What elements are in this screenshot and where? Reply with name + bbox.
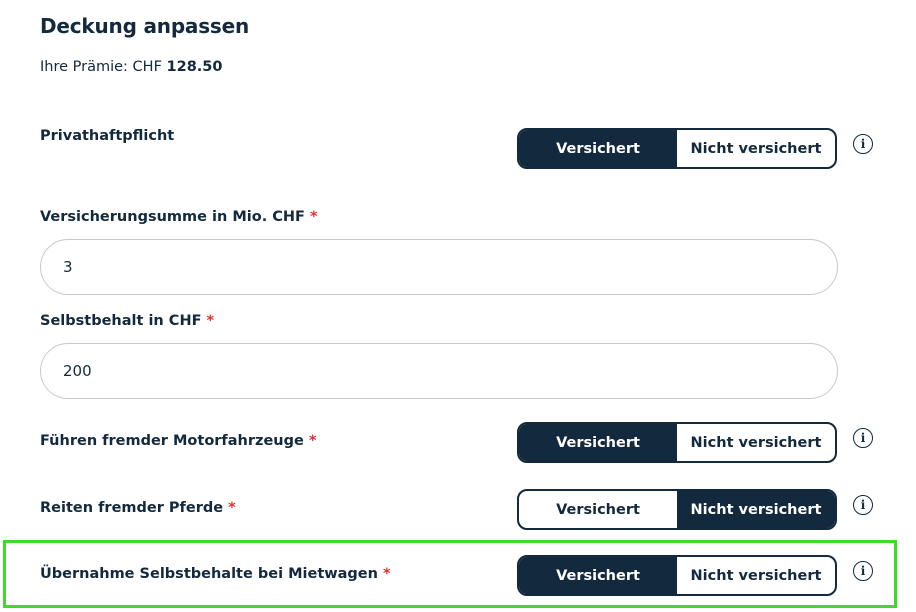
required-marker: *	[383, 566, 391, 582]
privathaftpflicht-option-versichert[interactable]: Versichert	[519, 130, 677, 167]
premium-label: Ihre Prämie: CHF	[40, 59, 162, 75]
versicherungssumme-input[interactable]	[40, 239, 838, 295]
motorfahrzeuge-label: Führen fremder Motorfahrzeuge *	[40, 433, 317, 449]
premium-line: Ihre Prämie: CHF 128.50	[40, 59, 223, 75]
mietwagen-option-nicht-versichert[interactable]: Nicht versichert	[677, 557, 835, 594]
page-title: Deckung anpassen	[40, 14, 250, 38]
mietwagen-toggle: Versichert Nicht versichert	[517, 555, 837, 596]
info-icon[interactable]: i	[853, 428, 873, 448]
pferde-toggle: Versichert Nicht versichert	[517, 489, 837, 530]
motorfahrzeuge-toggle: Versichert Nicht versichert	[517, 422, 837, 463]
required-marker: *	[308, 433, 317, 449]
versicherungssumme-label: Versicherungsumme in Mio. CHF *	[40, 209, 318, 225]
required-marker: *	[310, 209, 318, 225]
privathaftpflicht-label: Privathaftpflicht	[40, 128, 175, 144]
pferde-label: Reiten fremder Pferde *	[40, 500, 236, 516]
motorfahrzeuge-option-nicht-versichert[interactable]: Nicht versichert	[677, 424, 835, 461]
privathaftpflicht-toggle: Versichert Nicht versichert	[517, 128, 837, 169]
info-icon[interactable]: i	[853, 495, 873, 515]
required-marker: *	[228, 500, 236, 516]
privathaftpflicht-option-nicht-versichert[interactable]: Nicht versichert	[677, 130, 835, 167]
pferde-option-versichert[interactable]: Versichert	[519, 491, 677, 528]
motorfahrzeuge-option-versichert[interactable]: Versichert	[519, 424, 677, 461]
info-icon[interactable]: i	[853, 561, 873, 581]
info-icon[interactable]: i	[853, 134, 873, 154]
premium-value: 128.50	[166, 59, 223, 75]
selbstbehalt-input[interactable]	[40, 343, 838, 399]
selbstbehalt-label: Selbstbehalt in CHF *	[40, 313, 215, 329]
mietwagen-option-versichert[interactable]: Versichert	[519, 557, 677, 594]
mietwagen-label: Übernahme Selbstbehalte bei Mietwagen *	[40, 566, 391, 582]
required-marker: *	[206, 313, 215, 329]
pferde-option-nicht-versichert[interactable]: Nicht versichert	[677, 491, 835, 528]
